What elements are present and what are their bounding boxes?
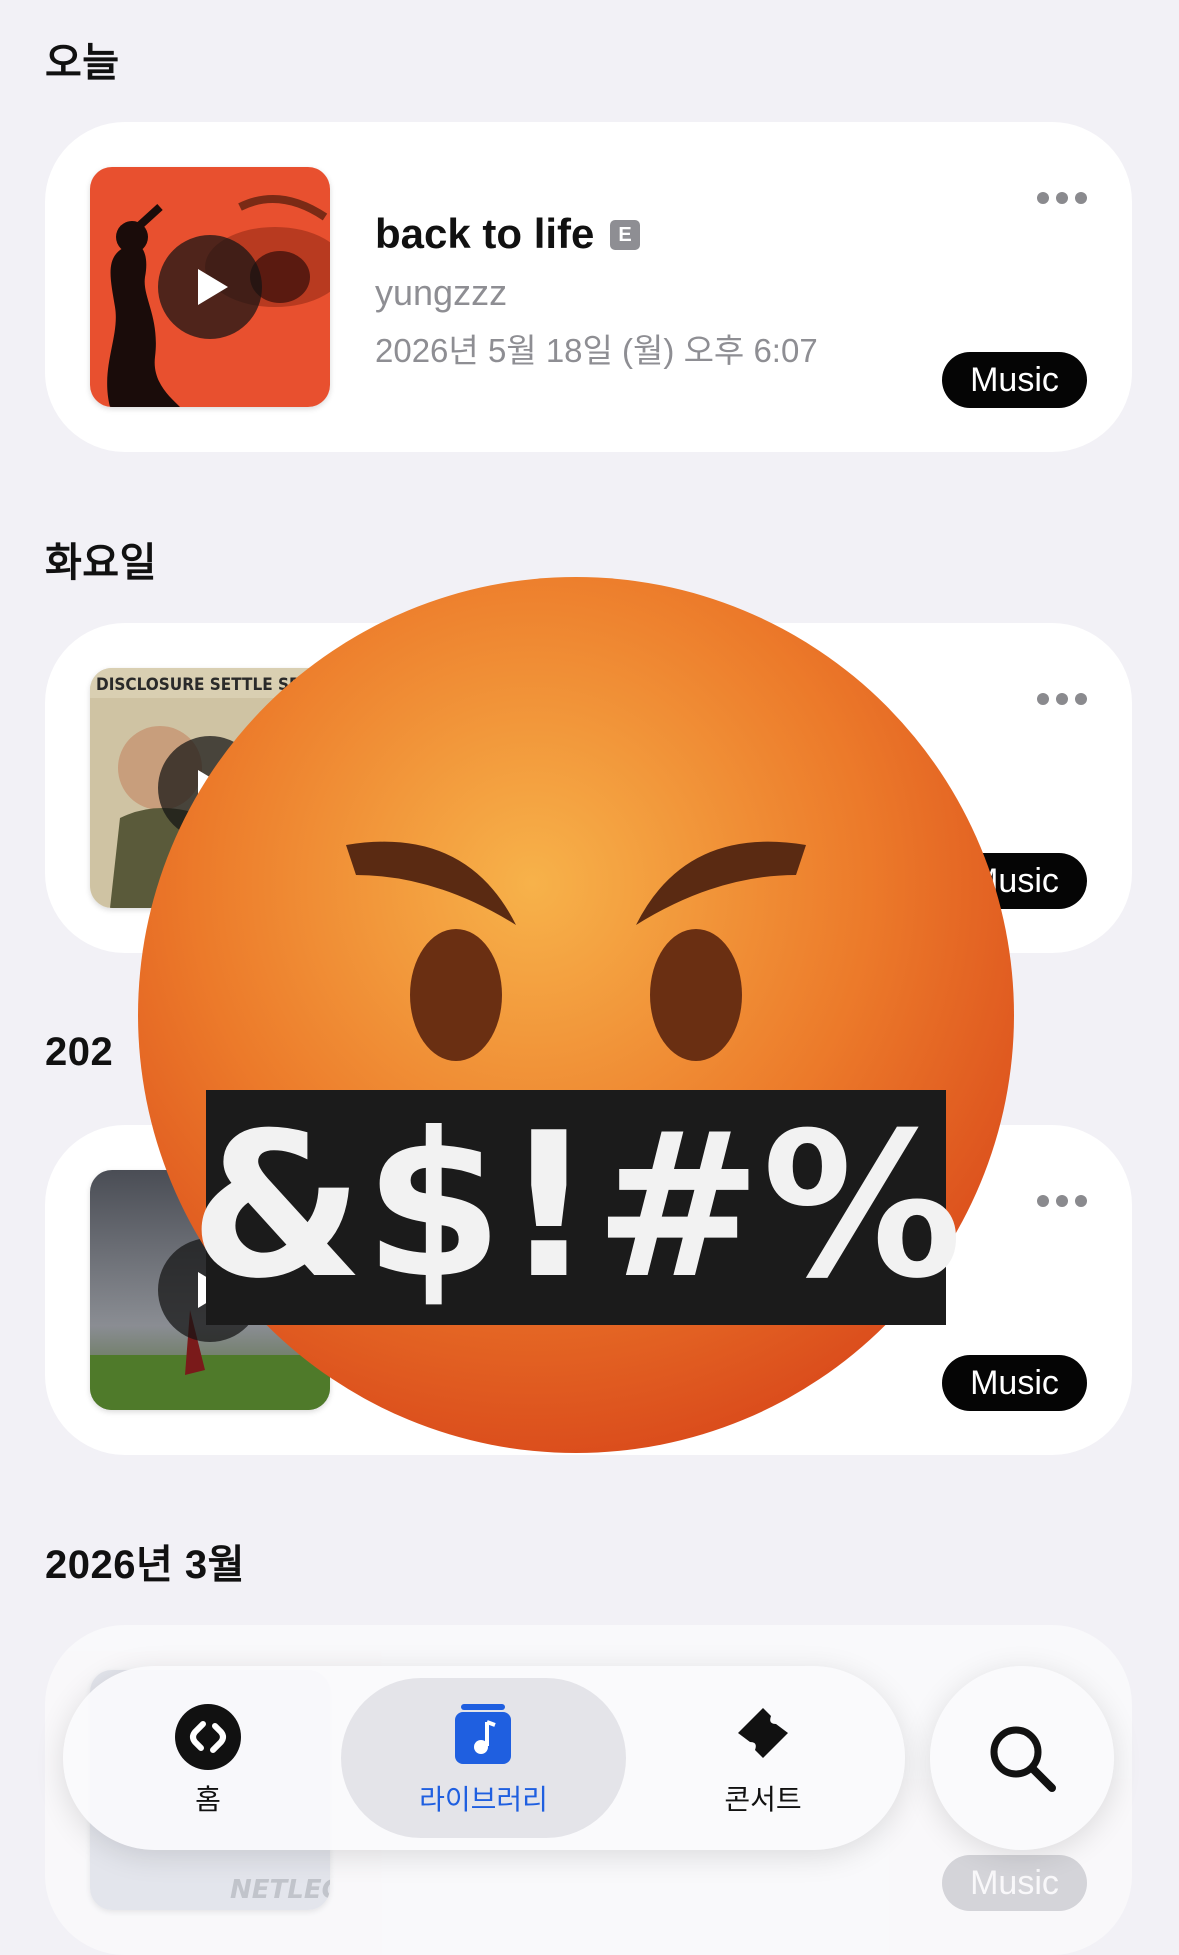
album-art[interactable] xyxy=(90,167,330,407)
music-note-icon xyxy=(455,1704,511,1764)
tab-label: 콘서트 xyxy=(724,1784,802,1815)
tab-label: 홈 xyxy=(195,1784,221,1815)
play-icon xyxy=(198,269,228,305)
ticket-icon xyxy=(738,1708,788,1758)
search-icon xyxy=(990,1726,1056,1792)
album-art-text: NETLEG xyxy=(230,1875,330,1905)
apple-music-badge[interactable]: Music xyxy=(942,352,1087,408)
tab-library[interactable]: 라이브러리 xyxy=(341,1666,626,1850)
angry-face-symbols-emoji: &$!#% xyxy=(136,575,1016,1455)
track-title: back to life xyxy=(375,210,595,257)
play-button[interactable] xyxy=(158,235,262,339)
more-options-icon[interactable] xyxy=(1037,1195,1087,1209)
section-title-march: 2026년 3월 xyxy=(45,1543,245,1587)
more-options-icon[interactable] xyxy=(1037,693,1087,707)
track-artist: yungzzz xyxy=(375,272,508,313)
tab-bar: 홈 라이브러리 콘서트 xyxy=(63,1666,905,1850)
censored-symbols: &$!#% xyxy=(190,1090,963,1323)
shazam-icon xyxy=(175,1704,241,1770)
track-date: 2026년 5월 18일 (월) 오후 6:07 xyxy=(375,332,818,369)
more-options-icon[interactable] xyxy=(1037,192,1087,206)
section-title-today: 오늘 xyxy=(45,41,120,85)
track-card[interactable]: back to life E yungzzz 2026년 5월 18일 (월) … xyxy=(45,122,1132,452)
section-title-month: 202 xyxy=(45,1030,114,1074)
tab-home[interactable]: 홈 xyxy=(138,1666,278,1850)
explicit-badge: E xyxy=(610,220,640,250)
tab-concerts[interactable]: 콘서트 xyxy=(683,1666,843,1850)
tab-label: 라이브러리 xyxy=(419,1784,548,1815)
search-button[interactable] xyxy=(930,1666,1114,1850)
apple-music-badge[interactable]: Music xyxy=(942,1855,1087,1911)
